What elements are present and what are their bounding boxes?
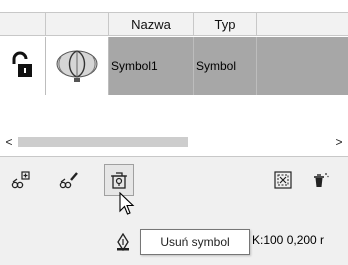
- header-type[interactable]: Typ: [194, 13, 257, 35]
- table-row[interactable]: Symbol1 Symbol: [0, 37, 348, 95]
- add-symbol-button[interactable]: [6, 164, 36, 196]
- lock-cell[interactable]: [0, 37, 46, 95]
- mouse-cursor-icon: [119, 191, 135, 219]
- header-lock: [0, 13, 46, 35]
- symbols-panel: Nazwa Typ Symbol1 Symbol < > Usuń symbol…: [0, 0, 348, 265]
- tooltip: Usuń symbol: [140, 229, 250, 255]
- name-cell[interactable]: Symbol1: [109, 37, 194, 95]
- scroll-right-button[interactable]: >: [330, 135, 348, 149]
- header-thumb: [46, 13, 109, 35]
- status-text: K:100 0,200 r: [252, 233, 325, 247]
- type-cell[interactable]: Symbol: [194, 37, 257, 95]
- horizontal-scrollbar[interactable]: < >: [0, 133, 348, 151]
- edit-symbol-icon: [59, 170, 79, 190]
- scroll-left-button[interactable]: <: [0, 135, 18, 149]
- symbols-table: Nazwa Typ Symbol1 Symbol < >: [0, 0, 348, 156]
- divider: [0, 156, 348, 157]
- select-icon: [273, 170, 293, 190]
- add-symbol-icon: [11, 170, 31, 190]
- pen-icon: [115, 232, 131, 252]
- table-header: Nazwa Typ: [0, 12, 348, 36]
- trash-button[interactable]: [306, 164, 336, 196]
- header-extra: [257, 13, 348, 35]
- scroll-thumb[interactable]: [18, 137, 188, 147]
- balloon-icon: [53, 49, 101, 83]
- extra-cell[interactable]: [257, 37, 348, 95]
- edit-symbol-button[interactable]: [54, 164, 84, 196]
- trash-icon: [311, 170, 331, 190]
- delete-symbol-icon: [109, 170, 129, 190]
- tooltip-text: Usuń symbol: [160, 235, 230, 249]
- unlock-icon[interactable]: [11, 50, 35, 82]
- symbols-toolbar: [0, 164, 348, 196]
- thumbnail-cell: [46, 37, 109, 95]
- select-button[interactable]: [268, 164, 298, 196]
- header-name[interactable]: Nazwa: [109, 13, 194, 35]
- scroll-track[interactable]: [18, 133, 330, 151]
